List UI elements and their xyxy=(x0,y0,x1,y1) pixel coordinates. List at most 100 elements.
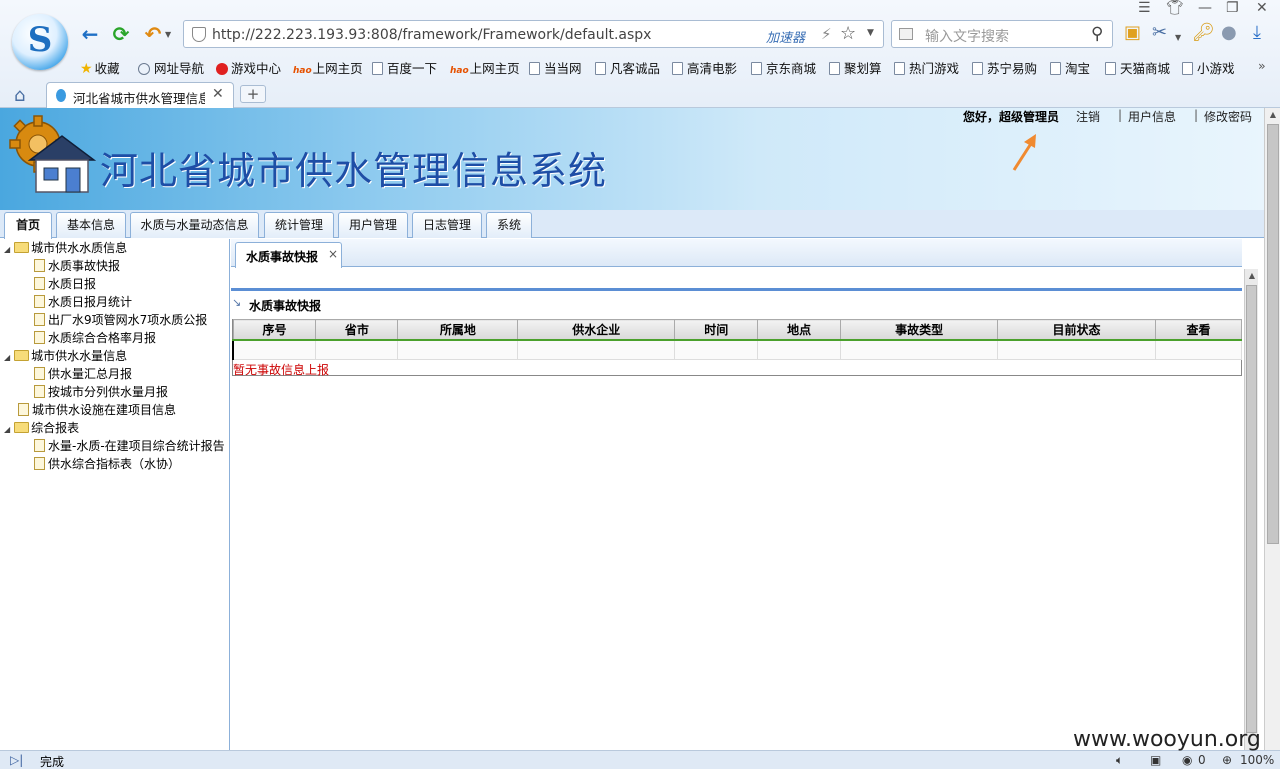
download-icon[interactable]: ⤓ xyxy=(1253,23,1261,43)
skin-icon[interactable]: 👕︎ xyxy=(1166,0,1184,16)
tab-system[interactable]: 系统 xyxy=(486,212,532,238)
scrollbar-thumb[interactable] xyxy=(1267,124,1279,544)
tab-close-icon[interactable]: ✕ xyxy=(212,86,224,102)
tab-home[interactable]: 首页 xyxy=(4,212,52,239)
screenshot-icon[interactable]: ▣ xyxy=(1150,753,1161,767)
bookmark-item[interactable]: 网址导航 xyxy=(138,58,204,77)
tree-item-daily-report[interactable]: 水质日报 xyxy=(34,275,96,293)
tree-item-combined-report[interactable]: 水量-水质-在建项目综合统计报告 xyxy=(34,437,225,455)
bookmark-label: 收藏 xyxy=(94,61,120,76)
bookmark-item[interactable]: 聚划算 xyxy=(829,58,882,77)
more-icon[interactable]: ● xyxy=(1221,23,1237,43)
undo-icon[interactable]: ↶ xyxy=(141,22,165,46)
tab-log-management[interactable]: 日志管理 xyxy=(412,212,482,238)
minimize-icon[interactable]: — xyxy=(1198,0,1212,16)
tab-water-dynamics[interactable]: 水质与水量动态信息 xyxy=(130,212,259,238)
close-icon[interactable]: ✕ xyxy=(1256,0,1268,16)
tree-folder-water-volume[interactable]: ◢ 城市供水水量信息 xyxy=(4,347,127,365)
scroll-up-icon[interactable]: ▲ xyxy=(1245,269,1259,283)
bookmark-item[interactable]: 淘宝 xyxy=(1050,58,1090,77)
tree-item-water-bulletin[interactable]: 出厂水9项管网水7项水质公报 xyxy=(34,311,207,329)
system-title: 河北省城市供水管理信息系统 xyxy=(100,149,608,193)
bookmark-item[interactable]: 高清电影 xyxy=(672,58,737,77)
tree-node-label: 水质事故快报 xyxy=(48,259,121,273)
tab-user-management[interactable]: 用户管理 xyxy=(338,212,408,238)
tree-item-pass-rate-monthly[interactable]: 水质综合合格率月报 xyxy=(34,329,156,347)
chevron-down-icon[interactable]: ▼ xyxy=(867,28,874,38)
zoom-icon[interactable]: ⊕ xyxy=(1222,753,1232,767)
search-input[interactable]: 输入文字搜索 xyxy=(925,26,1009,46)
undo-dropdown-icon[interactable]: ▼ xyxy=(165,30,171,39)
bookmark-item[interactable]: hao上网主页 xyxy=(450,58,520,77)
tree-item-volume-by-city[interactable]: 按城市分列供水量月报 xyxy=(34,383,168,401)
bookmark-item[interactable]: 凡客诚品 xyxy=(595,58,660,77)
bookmark-item[interactable]: 热门游戏 xyxy=(894,58,959,77)
user-greeting: 您好，超级管理员 xyxy=(963,110,1060,124)
bookmark-item[interactable]: 游戏中心 xyxy=(216,58,281,77)
bookmark-item[interactable]: 京东商城 xyxy=(751,58,816,77)
address-bar[interactable]: http://222.223.193.93:808/framework/Fram… xyxy=(183,20,884,48)
hao-icon: hao xyxy=(293,66,312,76)
bookmark-item[interactable]: 当当网 xyxy=(529,58,582,77)
expand-toggle-icon[interactable]: ◢ xyxy=(4,425,10,434)
scissors-icon[interactable]: ✂ xyxy=(1152,23,1167,43)
scrollbar-thumb[interactable] xyxy=(1246,285,1257,733)
navigation-tree: ◢ 城市供水水质信息 水质事故快报 水质日报 水质日报月统计 出厂水9项管网水7项… xyxy=(0,239,230,750)
search-box[interactable]: 输入文字搜索 ⚲ xyxy=(891,20,1113,48)
refresh-icon[interactable]: ⟳ xyxy=(109,22,133,46)
search-icon[interactable]: ⚲ xyxy=(1091,24,1103,44)
zoom-level[interactable]: 100% xyxy=(1240,753,1274,767)
tree-item-indicator-table[interactable]: 供水综合指标表（水协） xyxy=(34,455,180,473)
bookmark-item[interactable]: 天猫商城 xyxy=(1105,58,1170,77)
sidebar-toggle-icon[interactable]: ▷| xyxy=(10,753,23,767)
scroll-up-icon[interactable]: ▲ xyxy=(1265,110,1280,119)
scissors-dropdown-icon[interactable]: ▼ xyxy=(1175,28,1181,48)
user-info-link[interactable]: 用户信息 xyxy=(1128,108,1176,125)
document-icon xyxy=(34,331,45,344)
url-text[interactable]: http://222.223.193.93:808/framework/Fram… xyxy=(212,27,651,43)
status-text: 完成 xyxy=(40,755,65,769)
tree-item-accident-report[interactable]: 水质事故快报 xyxy=(34,257,120,275)
lightning-icon[interactable]: ⚡︎ xyxy=(821,25,832,43)
logout-link[interactable]: 注销 xyxy=(1076,108,1100,125)
speaker-icon[interactable]: 🔈︎ xyxy=(1116,753,1123,768)
bookmark-favorites[interactable]: ★ 收藏 xyxy=(80,58,120,77)
tree-item-daily-monthly-stats[interactable]: 水质日报月统计 xyxy=(34,293,132,311)
accelerator-button[interactable]: 加速器 xyxy=(766,27,805,46)
bookmarks-overflow-icon[interactable]: » xyxy=(1258,58,1266,73)
content-scrollbar[interactable]: ▲ xyxy=(1244,269,1258,750)
main-menu: 首页 基本信息 水质与水量动态信息 统计管理 用户管理 日志管理 系统 xyxy=(0,210,1264,239)
tree-folder-water-quality[interactable]: ◢ 城市供水水质信息 xyxy=(4,239,127,257)
expand-toggle-icon[interactable]: ◢ xyxy=(4,245,10,254)
tab-statistics[interactable]: 统计管理 xyxy=(264,212,334,238)
bookmark-item[interactable]: 苏宁易购 xyxy=(972,58,1037,77)
home-icon[interactable]: ⌂ xyxy=(14,85,25,106)
change-password-link[interactable]: 修改密码 xyxy=(1204,108,1252,125)
web-page: 河北省城市供水管理信息系统 您好，超级管理员 注销 | 用户信息 | 修改密码 … xyxy=(0,108,1280,750)
document-icon xyxy=(34,385,45,398)
tab-basic-info[interactable]: 基本信息 xyxy=(56,212,126,238)
expand-toggle-icon[interactable]: ◢ xyxy=(4,353,10,362)
adblock-icon[interactable]: ◉ xyxy=(1182,753,1192,767)
star-icon[interactable]: ☆ xyxy=(840,23,856,44)
tree-item-construction-projects[interactable]: 城市供水设施在建项目信息 xyxy=(18,401,176,419)
restore-icon[interactable]: ❐ xyxy=(1226,0,1239,16)
key-icon[interactable]: 🔑︎ xyxy=(1192,23,1215,43)
column-header: 序号 xyxy=(232,319,317,341)
tree-item-volume-summary[interactable]: 供水量汇总月报 xyxy=(34,365,132,383)
bookmark-item[interactable]: 百度一下 xyxy=(372,58,437,77)
browser-tab[interactable]: 河北省城市供水管理信息 ✕ xyxy=(46,82,234,108)
search-engine-icon[interactable] xyxy=(899,28,913,40)
tree-folder-reports[interactable]: ◢ 综合报表 xyxy=(4,419,79,437)
page-scrollbar[interactable]: ▲ xyxy=(1264,108,1280,750)
menu-icon[interactable]: ☰ xyxy=(1138,0,1151,16)
tab-accident-report[interactable]: 水质事故快报 × xyxy=(235,242,342,268)
bookmark-item[interactable]: hao上网主页 xyxy=(293,58,363,77)
content-tabbar: 水质事故快报 × xyxy=(231,239,1242,268)
bookmark-item[interactable]: 小游戏 xyxy=(1182,58,1235,77)
extension-icon[interactable]: ▣ xyxy=(1124,23,1141,43)
page-icon xyxy=(972,62,983,75)
tab-close-icon[interactable]: × xyxy=(328,247,338,261)
new-tab-button[interactable]: + xyxy=(240,85,266,103)
back-arrow-icon[interactable]: ← xyxy=(78,22,102,46)
